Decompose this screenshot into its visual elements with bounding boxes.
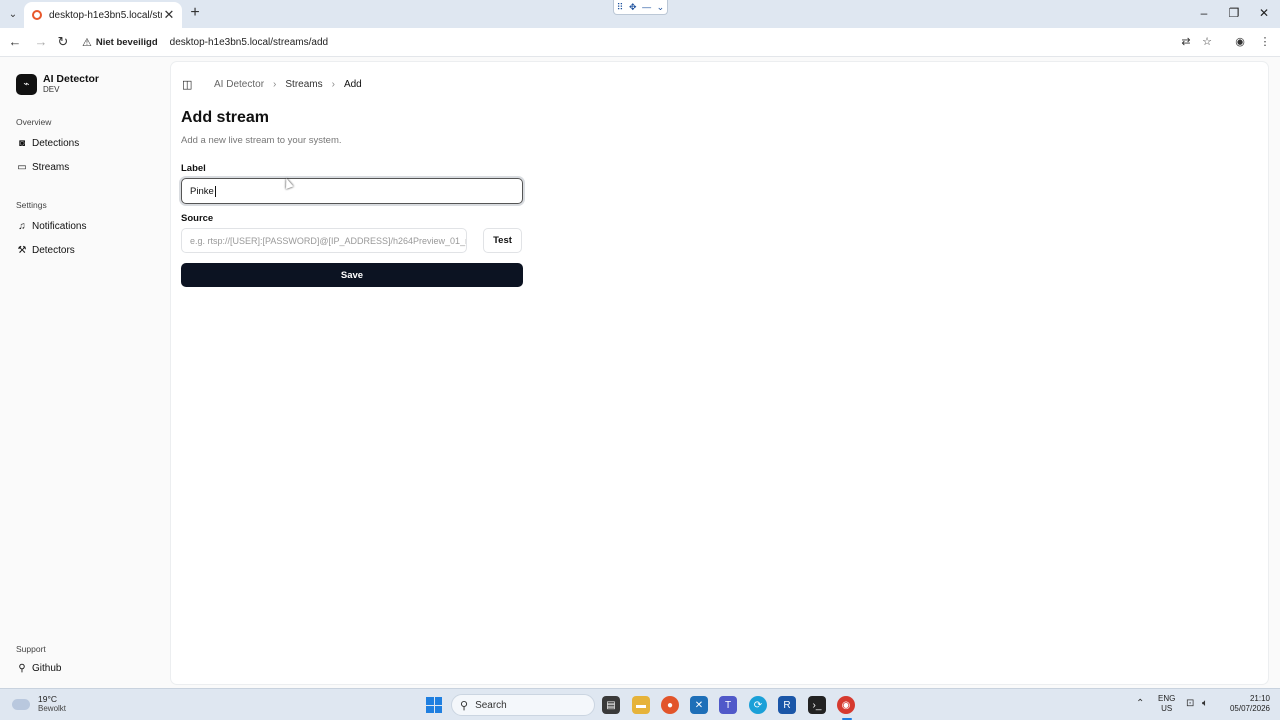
terminal-icon[interactable]: ›_	[808, 696, 826, 714]
group-label-overview: Overview	[16, 117, 52, 127]
brand[interactable]: ⌁ AI Detector DEV	[16, 73, 99, 95]
volume-icon[interactable]: 🔈︎	[1202, 698, 1208, 709]
sidebar-item-detections[interactable]: ◙ Detections	[16, 138, 79, 149]
start-button[interactable]	[426, 697, 442, 713]
source-input[interactable]: e.g. rtsp://[USER]:[PASSWORD]@[IP_ADDRES…	[181, 228, 467, 253]
forward-icon[interactable]: →	[32, 33, 50, 51]
tab-search-icon[interactable]: ⌄	[4, 5, 22, 23]
weather-temperature: 19°C	[38, 694, 57, 704]
sidebar-item-notifications[interactable]: ♫ Notifications	[16, 221, 86, 232]
task-view-icon[interactable]: ▤	[602, 696, 620, 714]
github-icon: ⚲	[18, 663, 26, 674]
weather-condition: Bewolkt	[38, 704, 67, 713]
sidebar-item-label: Streams	[32, 162, 70, 173]
close-tab-icon[interactable]: ✕	[162, 7, 176, 23]
chevron-right-icon: ›	[331, 79, 335, 90]
main-content: ◫ AI Detector › Streams › Add Add stream…	[171, 62, 1268, 684]
taskbar-search[interactable]: ⚲ Search	[451, 694, 595, 716]
restore-icon[interactable]: ❐	[1226, 5, 1242, 21]
camera-icon: ◙	[18, 138, 26, 149]
sidebar-item-label: Detections	[32, 138, 80, 149]
sidebar-item-label: Notifications	[32, 221, 87, 232]
clock-time: 21:10	[1249, 694, 1270, 703]
menu-icon[interactable]: ⋮	[1257, 34, 1273, 50]
windows-logo-icon	[426, 697, 434, 705]
save-button[interactable]: Save	[181, 263, 523, 287]
file-explorer-icon[interactable]: ▬	[632, 696, 650, 714]
breadcrumb-item-current: Add	[343, 79, 362, 90]
monitor-icon: ▭	[17, 162, 27, 173]
brand-env: DEV	[43, 85, 60, 94]
sidebar: ⌁ AI Detector DEV Overview ◙ Detections …	[0, 57, 171, 688]
tab-title: desktop-h1e3bn5.local/streams	[49, 9, 162, 21]
page-title: Add stream	[181, 109, 270, 126]
browser-tabstrip: ⌄ desktop-h1e3bn5.local/streams ✕ + ⠿ ✥ …	[0, 0, 1280, 28]
minimize-icon[interactable]: –	[1196, 5, 1212, 21]
bell-icon: ♫	[18, 221, 26, 232]
chevron-down-icon: ⌄	[656, 1, 665, 12]
r-app-icon[interactable]: R	[778, 696, 796, 714]
wrench-icon: ⚒	[17, 245, 27, 256]
breadcrumb-item-streams[interactable]: Streams	[285, 79, 322, 90]
brand-logo-icon: ⌁	[16, 73, 37, 95]
chevron-up-icon[interactable]: ⌃	[1136, 698, 1144, 709]
pin-icon: ✥	[628, 1, 637, 12]
page-subtitle: Add a new live stream to your system.	[181, 135, 342, 146]
reload-icon[interactable]: ↻	[54, 33, 72, 51]
label-input[interactable]: Pinke	[181, 178, 523, 204]
not-secure-label[interactable]: Niet beveiligd	[96, 37, 158, 48]
star-icon[interactable]: ☆	[1199, 34, 1215, 50]
sidebar-item-streams[interactable]: ▭ Streams	[16, 162, 69, 173]
taskbar-search-label: Search	[475, 699, 507, 711]
weather-widget[interactable]: 19°C Bewolkt	[12, 694, 66, 714]
search-icon: ⚲	[460, 699, 469, 712]
source-field-label: Source	[181, 213, 214, 224]
profile-icon[interactable]: ◉	[1232, 34, 1248, 50]
page: ⌁ AI Detector DEV Overview ◙ Detections …	[0, 57, 1280, 688]
language-indicator[interactable]: ENG US	[1158, 694, 1175, 714]
label-field-label: Label	[181, 163, 206, 174]
group-label-support: Support	[16, 644, 46, 654]
sidebar-item-label: Github	[32, 663, 62, 674]
firefox-icon[interactable]: ●	[661, 696, 679, 714]
test-button[interactable]: Test	[483, 228, 522, 253]
language-top: ENG	[1158, 694, 1176, 703]
clock-date: 05/07/2026	[1229, 704, 1270, 713]
back-icon[interactable]: ←	[6, 33, 24, 51]
address-bar[interactable]: ⚠ Niet beveiligd desktop-h1e3bn5.local/s…	[82, 31, 1182, 54]
minus-icon: —	[642, 2, 652, 12]
group-label-settings: Settings	[16, 200, 47, 210]
text-caret	[214, 185, 216, 197]
sync-icon[interactable]: ⟳	[749, 696, 767, 714]
breadcrumb-item-home[interactable]: AI Detector	[214, 79, 264, 90]
chrome-icon[interactable]: ◉	[837, 696, 855, 714]
translate-icon[interactable]: ⇄	[1178, 34, 1194, 50]
url-text[interactable]: desktop-h1e3bn5.local/streams/add	[170, 37, 328, 48]
browser-toolbar: ← → ↻ ⚠ Niet beveiligd desktop-h1e3bn5.l…	[0, 28, 1280, 57]
brand-name: AI Detector	[43, 73, 100, 85]
new-tab-button[interactable]: +	[187, 4, 203, 22]
vscode-icon[interactable]: ✕	[690, 696, 708, 714]
cloud-icon	[12, 698, 30, 710]
sidebar-item-detectors[interactable]: ⚒ Detectors	[16, 245, 75, 256]
breadcrumb: ◫ AI Detector › Streams › Add	[182, 78, 362, 91]
sidebar-item-github[interactable]: ⚲ Github	[16, 663, 61, 674]
browser-tab[interactable]: desktop-h1e3bn5.local/streams ✕	[24, 2, 182, 28]
warning-icon: ⚠	[82, 37, 92, 49]
label-input-value: Pinke	[190, 185, 214, 197]
language-bottom: US	[1161, 704, 1173, 713]
sidebar-item-label: Detectors	[32, 245, 75, 256]
sidebar-toggle-icon[interactable]: ◫	[182, 78, 196, 91]
taskbar: 19°C Bewolkt ⚲ Search ▤ ▬ ● ✕ T ⟳ R ›_ ◉…	[0, 688, 1280, 720]
close-window-icon[interactable]: ✕	[1256, 5, 1272, 21]
chevron-right-icon: ›	[273, 79, 277, 90]
site-favicon-icon	[32, 10, 42, 20]
system-clock[interactable]: 21:10 05/07/2026	[1222, 694, 1270, 714]
snap-layout-widget[interactable]: ⠿ ✥ — ⌄	[613, 0, 668, 15]
grid-icon: ⠿	[616, 1, 624, 12]
network-icon[interactable]: ⊡	[1186, 698, 1194, 709]
teams-icon[interactable]: T	[719, 696, 737, 714]
